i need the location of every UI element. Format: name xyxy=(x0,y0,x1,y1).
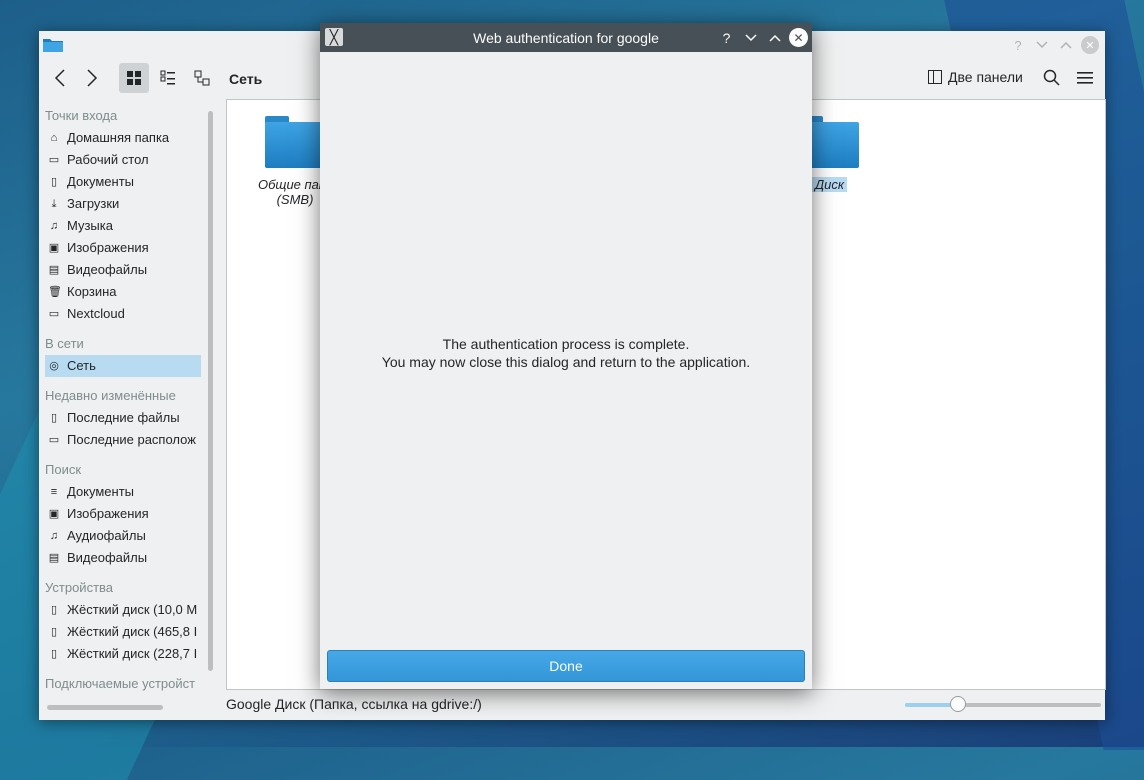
sidebar-item-harddisk[interactable]: ▯ Жёсткий диск (465,8 I xyxy=(39,621,201,643)
sidebar-header: Поиск xyxy=(45,462,82,477)
sidebar-item-label: Аудиофайлы xyxy=(67,528,146,543)
video-icon: ▤ xyxy=(48,264,60,276)
sidebar-header: Подключаемые устройст xyxy=(45,676,196,691)
sidebar-item-label: Последние файлы xyxy=(67,410,180,425)
sidebar-item-label: Рабочий стол xyxy=(67,152,149,167)
minimize-icon[interactable] xyxy=(1033,36,1051,54)
close-icon[interactable]: ✕ xyxy=(789,28,808,47)
sidebar-item-label: Сеть xyxy=(67,358,96,373)
dialog-titlebar[interactable]: ╳ Web authentication for google ? ✕ xyxy=(320,23,812,52)
sidebar-item-label: Загрузки xyxy=(67,196,120,211)
recent-files-icon: ▯ xyxy=(50,412,58,424)
sidebar-item-recent-files[interactable]: ▯ Последние файлы xyxy=(39,407,201,429)
sidebar-scrollbar[interactable] xyxy=(208,111,213,671)
sidebar-item-label: Видеофайлы xyxy=(67,550,148,565)
desktop-icon: ▭ xyxy=(48,154,60,166)
sidebar-item-music[interactable]: ♫ Музыка xyxy=(39,215,201,237)
sidebar-item-search-documents[interactable]: ≡ Документы xyxy=(39,481,201,503)
sidebar-item-harddisk[interactable]: ▯ Жёсткий диск (10,0 М xyxy=(39,599,201,621)
home-icon: ⌂ xyxy=(50,132,58,144)
close-icon[interactable]: ✕ xyxy=(1081,36,1099,54)
sidebar-item-images[interactable]: ▣ Изображения xyxy=(39,237,201,259)
folder-item-gdrive[interactable]: Диск xyxy=(812,177,848,192)
sidebar-item-label: Жёсткий диск (228,7 I xyxy=(67,646,198,661)
network-icon: ◎ xyxy=(49,360,59,372)
folder-app-icon xyxy=(43,37,63,52)
sidebar-item-videos[interactable]: ▤ Видеофайлы xyxy=(39,259,201,281)
sidebar-header: Устройства xyxy=(45,580,114,595)
help-icon[interactable]: ? xyxy=(717,28,736,47)
sidebar-header: В сети xyxy=(45,336,84,351)
recent-locations-icon: ▭ xyxy=(48,434,60,446)
sidebar-item-label: Музыка xyxy=(67,218,113,233)
back-button[interactable] xyxy=(45,63,75,93)
forward-button[interactable] xyxy=(77,63,107,93)
icons-view-button[interactable] xyxy=(119,63,149,93)
maximize-icon[interactable] xyxy=(1057,36,1075,54)
sidebar-item-label: Жёсткий диск (10,0 М xyxy=(67,602,198,617)
details-view-button[interactable] xyxy=(187,63,217,93)
image-icon: ▣ xyxy=(48,242,60,254)
message-line: You may now close this dialog and return… xyxy=(381,354,751,370)
sidebar-item-label: Изображения xyxy=(67,240,149,255)
sidebar-item-label: Документы xyxy=(67,174,135,189)
split-view-label: Две панели xyxy=(948,69,1023,85)
sidebar-item-documents[interactable]: ▯ Документы xyxy=(39,171,201,193)
split-view-icon xyxy=(928,70,942,84)
harddisk-warning-icon: ▯ xyxy=(50,604,58,616)
trash-icon: 🗑 xyxy=(48,286,62,298)
sidebar-item-label: Nextcloud xyxy=(67,306,125,321)
sidebar-header: Точки входа xyxy=(45,108,118,123)
sidebar-header: Недавно изменённые xyxy=(45,388,176,403)
documents-icon: ▯ xyxy=(50,176,58,188)
location-label[interactable]: Сеть xyxy=(229,71,262,87)
sidebar-item-label: Корзина xyxy=(67,284,117,299)
sidebar-item-harddisk[interactable]: ▯ Жёсткий диск (228,7 I xyxy=(39,643,201,665)
zoom-slider[interactable] xyxy=(905,696,1101,712)
documents-icon: ≡ xyxy=(50,486,58,498)
done-button[interactable]: Done xyxy=(327,650,805,682)
split-view-button[interactable]: Две панели xyxy=(928,69,1023,85)
sidebar-item-recent-locations[interactable]: ▭ Последние располож xyxy=(39,429,201,451)
music-icon: ♫ xyxy=(49,530,59,542)
sidebar-item-label: Домашняя папка xyxy=(67,130,170,145)
smb-folder-icon[interactable] xyxy=(265,116,325,168)
minimize-icon[interactable] xyxy=(741,28,760,47)
sidebar-item-search-videos[interactable]: ▤ Видеофайлы xyxy=(39,547,201,569)
video-icon: ▤ xyxy=(48,552,60,564)
search-icon[interactable] xyxy=(1040,66,1064,90)
harddisk-icon: ▯ xyxy=(50,648,58,660)
status-text: Google Диск (Папка, ссылка на gdrive:/) xyxy=(226,696,482,712)
sidebar-item-trash[interactable]: 🗑 Корзина xyxy=(39,281,201,303)
sidebar-item-home[interactable]: ⌂ Домашняя папка xyxy=(39,127,201,149)
music-icon: ♫ xyxy=(49,220,59,232)
sidebar-item-label: Документы xyxy=(67,484,135,499)
sidebar-item-label: Жёсткий диск (465,8 I xyxy=(67,624,198,639)
hamburger-menu-icon[interactable] xyxy=(1073,66,1097,90)
harddisk-icon: ▯ xyxy=(50,626,58,638)
sidebar-item-search-audio[interactable]: ♫ Аудиофайлы xyxy=(39,525,201,547)
sidebar-item-nextcloud[interactable]: ▭ Nextcloud xyxy=(39,303,201,325)
message-line: The authentication process is complete. xyxy=(442,336,690,352)
sidebar-item-network[interactable]: ◎ Сеть xyxy=(45,355,201,377)
dialog-message: The authentication process is complete. … xyxy=(320,335,812,371)
compact-view-button[interactable] xyxy=(153,63,183,93)
places-sidebar: Точки входа ⌂ Домашняя папка ▭ Рабочий сто… xyxy=(39,105,201,695)
image-icon: ▣ xyxy=(48,508,60,520)
zoom-slider-handle[interactable] xyxy=(949,696,966,712)
auth-dialog: ╳ Web authentication for google ? ✕ The … xyxy=(320,23,812,689)
sidebar-horizontal-scrollbar[interactable] xyxy=(47,705,163,710)
sidebar-item-downloads[interactable]: ⤓ Загрузки xyxy=(39,193,201,215)
sidebar-item-label: Изображения xyxy=(67,506,149,521)
sidebar-item-label: Последние располож xyxy=(67,432,196,447)
help-icon[interactable]: ? xyxy=(1009,36,1027,54)
folder-icon: ▭ xyxy=(48,308,60,320)
sidebar-item-label: Видеофайлы xyxy=(67,262,148,277)
download-icon: ⤓ xyxy=(51,198,57,210)
sidebar-item-search-images[interactable]: ▣ Изображения xyxy=(39,503,201,525)
maximize-icon[interactable] xyxy=(765,28,784,47)
sidebar-item-desktop[interactable]: ▭ Рабочий стол xyxy=(39,149,201,171)
